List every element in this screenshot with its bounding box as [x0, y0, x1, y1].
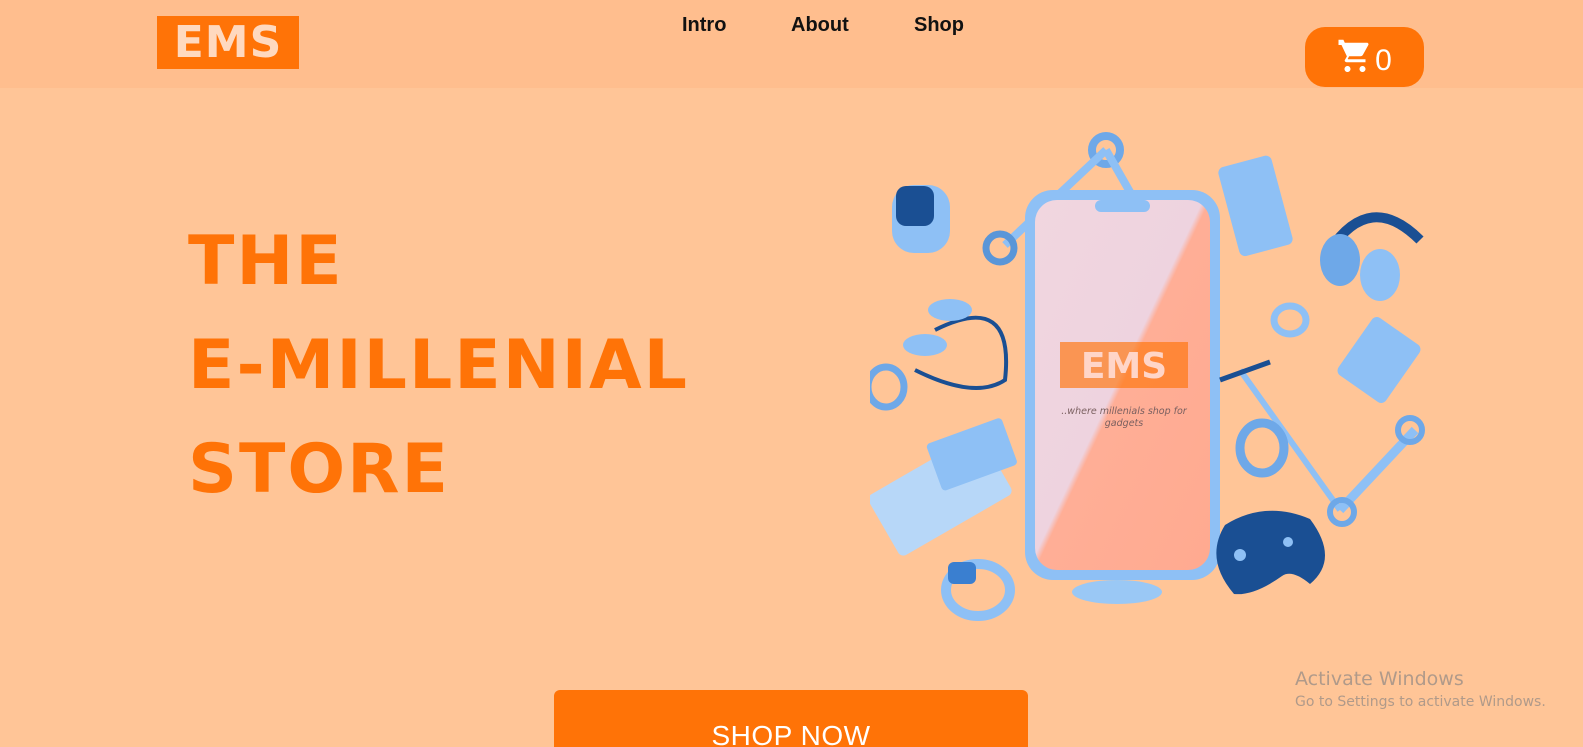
- cart-button[interactable]: 0: [1305, 27, 1424, 87]
- logo[interactable]: EMS: [157, 16, 299, 69]
- nav-shop[interactable]: Shop: [914, 14, 964, 37]
- activate-windows-title: Activate Windows: [1295, 668, 1464, 690]
- game-controller-icon: [1216, 510, 1325, 595]
- round-watch-icon: [1235, 418, 1289, 478]
- earphones-icon: [903, 299, 1009, 390]
- cart-icon: [1338, 39, 1369, 72]
- hero-line-1: THE: [188, 222, 344, 301]
- nav-intro[interactable]: Intro: [682, 14, 726, 37]
- gadgets-illustration: EMS ..where millenials shop for gadgets: [870, 132, 1425, 621]
- phone-tagline-line-1: ..where millenials shop for: [1061, 406, 1188, 417]
- ring-icon: [1270, 302, 1310, 338]
- page: EMS Intro About Shop 0 THE E-MILLENIAL S…: [0, 0, 1583, 747]
- tablet-icon: [1218, 155, 1293, 257]
- hero-line-3: STORE: [188, 430, 450, 509]
- keyboard-icon: [870, 418, 1017, 556]
- watch-bottom-icon: [941, 559, 1015, 621]
- phone-tagline-line-2: gadgets: [1105, 418, 1143, 429]
- fitness-band-icon: [870, 363, 908, 411]
- small-tablet-icon: [1337, 317, 1421, 403]
- hero-line-2: E-MILLENIAL: [188, 326, 689, 405]
- shop-now-button[interactable]: SHOP NOW: [554, 690, 1028, 747]
- headphones-icon: [1320, 212, 1424, 301]
- nav-about[interactable]: About: [791, 14, 849, 37]
- phone-icon: [1025, 190, 1220, 604]
- smartwatch-icon: [892, 185, 950, 253]
- cart-count: 0: [1375, 44, 1392, 77]
- header: EMS Intro About Shop 0: [0, 0, 1583, 88]
- phone-logo: EMS: [1081, 346, 1167, 387]
- activate-windows-subtitle: Go to Settings to activate Windows.: [1295, 694, 1546, 710]
